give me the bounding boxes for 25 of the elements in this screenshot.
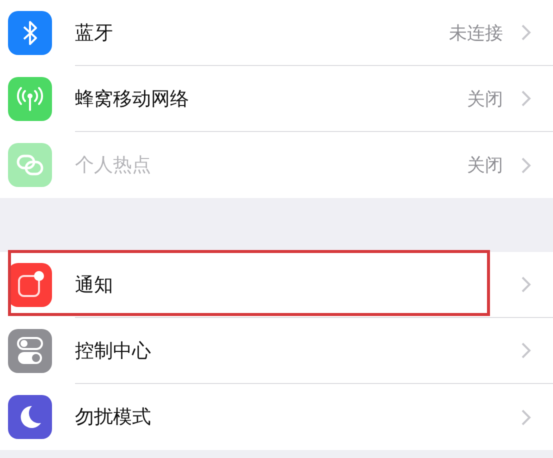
chain-link-icon <box>15 153 45 177</box>
settings-row[interactable]: 勿扰模式 <box>0 384 553 450</box>
settings-row[interactable]: 蜂窝移动网络 关闭 <box>0 66 553 132</box>
chevron-icon <box>521 24 531 41</box>
chevron-icon <box>521 276 531 293</box>
chevron-icon <box>521 342 531 359</box>
bluetooth-icon <box>21 19 39 47</box>
chevron-icon <box>521 156 531 174</box>
row-label: 勿扰模式 <box>75 405 152 430</box>
settings-row[interactable]: 控制中心 <box>0 318 553 384</box>
row-value: 关闭 <box>467 88 503 110</box>
chevron-icon <box>521 408 531 426</box>
settings-row[interactable]: 通知 <box>0 252 553 318</box>
row-label: 蜂窝移动网络 <box>75 86 190 112</box>
toggles-icon <box>16 336 44 366</box>
row-label: 个人热点 <box>75 153 152 178</box>
row-label: 蓝牙 <box>75 20 114 46</box>
antenna-icon <box>16 86 44 112</box>
row-value: 关闭 <box>467 154 503 177</box>
settings-row[interactable]: 蓝牙 未连接 <box>0 0 553 66</box>
chevron-icon <box>521 90 531 107</box>
row-value: 未连接 <box>449 22 503 44</box>
moon-icon <box>18 404 42 430</box>
row-label: 控制中心 <box>75 338 152 364</box>
row-label: 通知 <box>75 272 114 298</box>
